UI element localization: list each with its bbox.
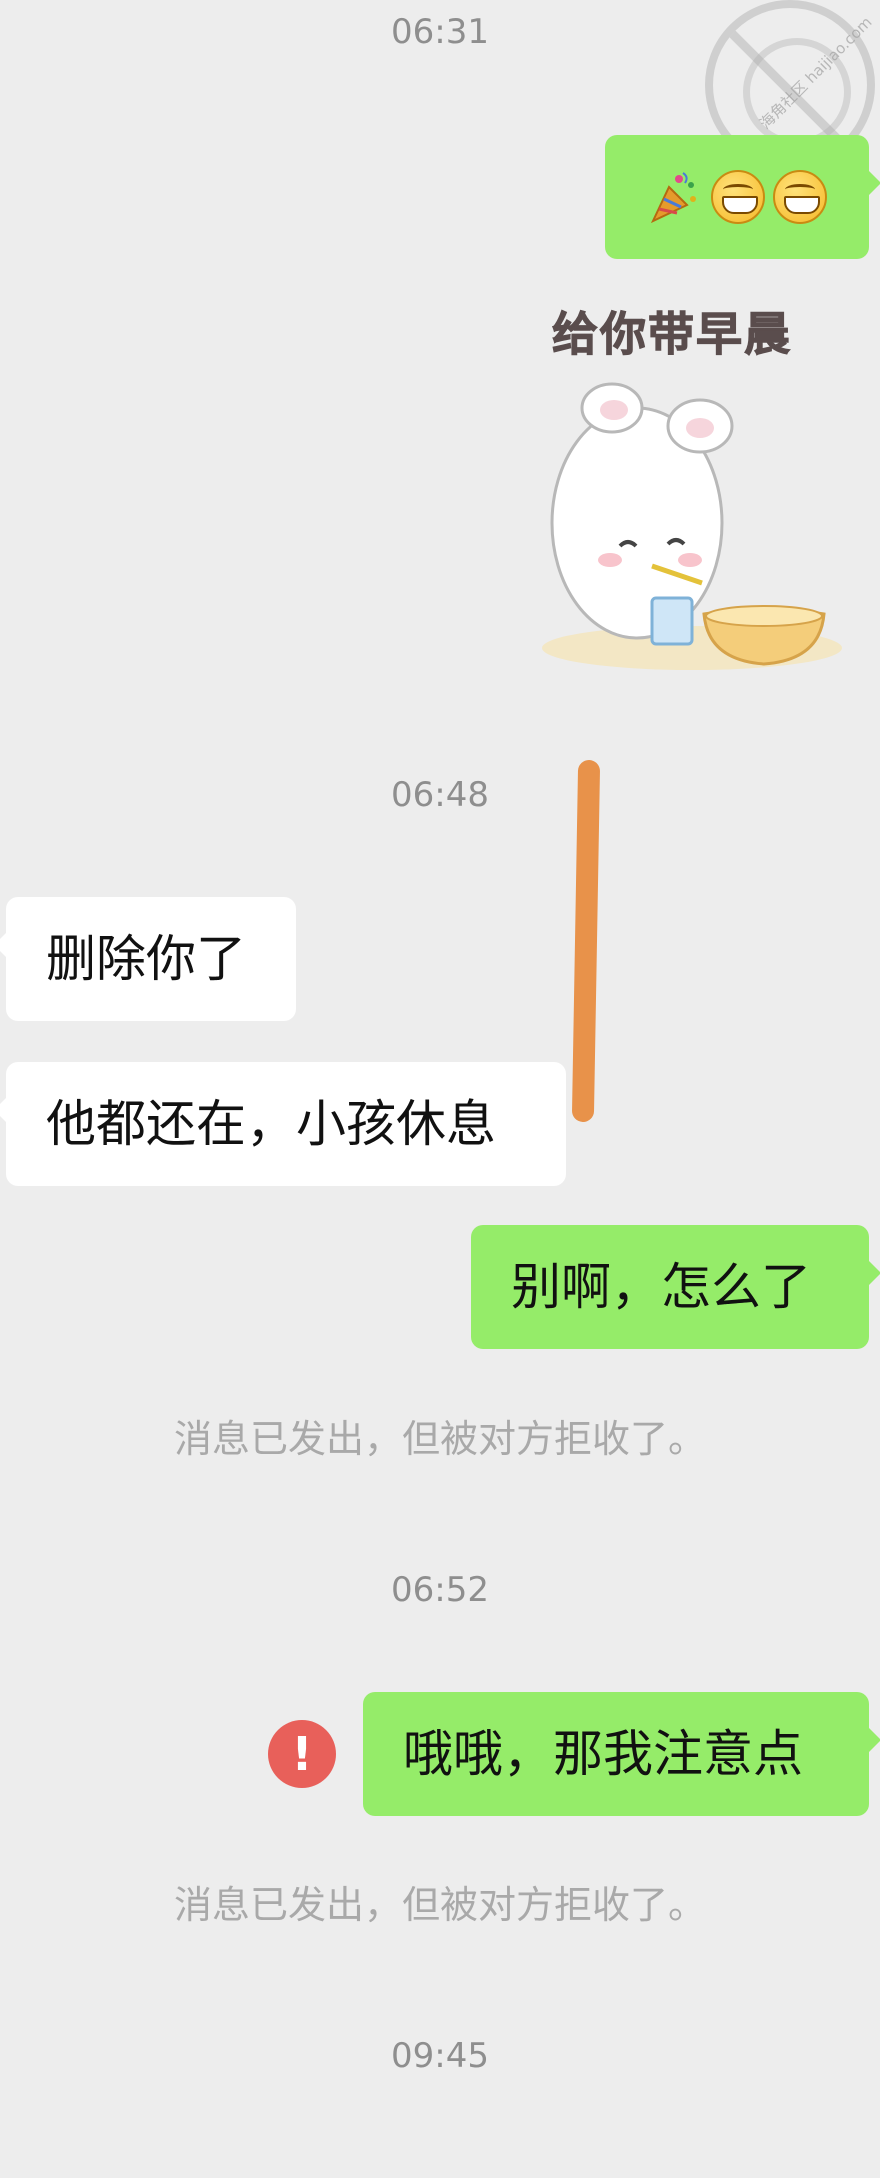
system-note-rejected: 消息已发出，但被对方拒收了。: [173, 1883, 706, 1927]
message-text: 他都还在，小孩休息: [46, 1095, 496, 1153]
outgoing-emoji-bubble[interactable]: [605, 135, 880, 259]
grinning-face-icon: [773, 170, 827, 224]
outgoing-message-bubble[interactable]: 别啊，怎么了: [471, 1225, 880, 1349]
message-text: 哦哦，那我注意点: [403, 1725, 803, 1783]
message-text: 删除你了: [46, 930, 246, 988]
timestamp-1: 06:31: [391, 12, 489, 52]
send-failed-icon[interactable]: !: [268, 1720, 336, 1788]
system-note-rejected: 消息已发出，但被对方拒收了。: [173, 1417, 706, 1461]
timestamp-4: 09:45: [391, 2036, 489, 2076]
incoming-message-bubble[interactable]: 删除你了: [0, 897, 296, 1021]
timestamp-2: 06:48: [391, 775, 489, 815]
party-popper-icon: [647, 169, 703, 225]
incoming-message-bubble[interactable]: 他都还在，小孩休息: [0, 1062, 566, 1186]
bunny-sticker-art: [542, 382, 842, 670]
message-text: 别啊，怎么了: [511, 1258, 811, 1316]
outgoing-message-bubble[interactable]: 哦哦，那我注意点: [363, 1692, 880, 1816]
grinning-face-icon: [711, 170, 765, 224]
sticker-image[interactable]: 给你带早晨: [532, 298, 842, 678]
timestamp-3: 06:52: [391, 1570, 489, 1610]
